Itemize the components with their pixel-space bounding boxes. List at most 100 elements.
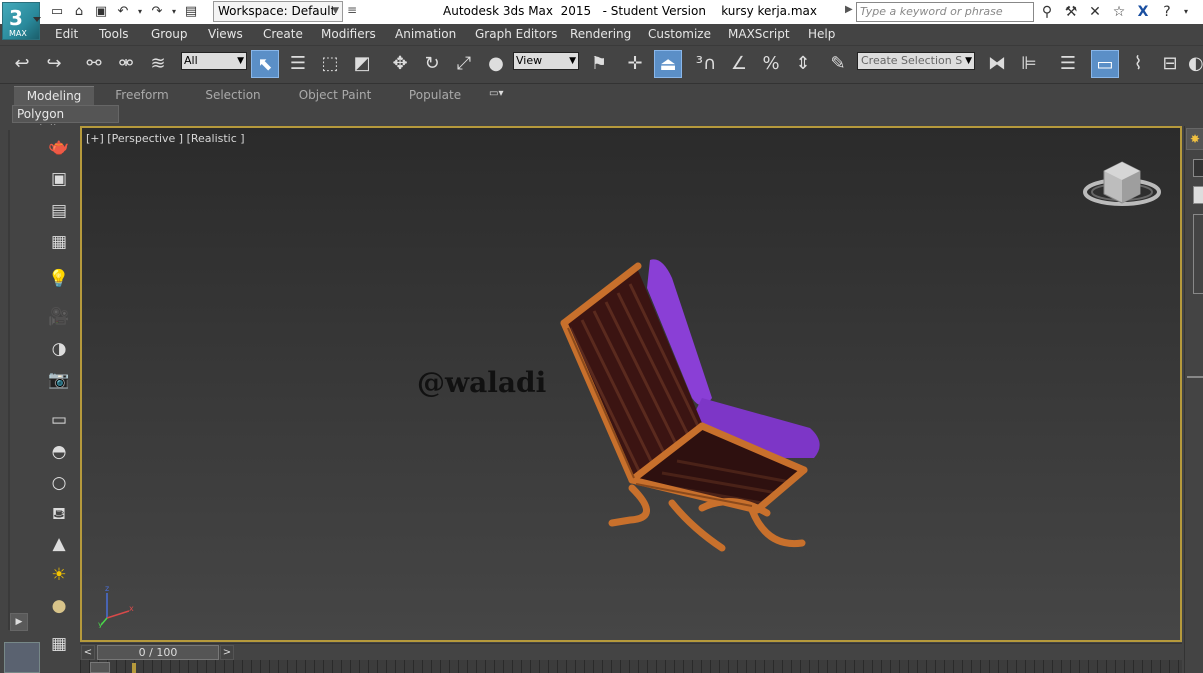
- subscription-icon[interactable]: ⚒: [1062, 3, 1080, 21]
- select-and-manipulate-icon[interactable]: ✛: [621, 50, 649, 78]
- menu-tools[interactable]: Tools: [99, 27, 129, 41]
- light-lister-icon[interactable]: 💡: [47, 267, 71, 291]
- help-icon[interactable]: ?: [1158, 3, 1176, 21]
- tab-populate[interactable]: Populate: [398, 86, 472, 106]
- menu-graph-editors[interactable]: Graph Editors: [475, 27, 557, 41]
- angle-snap-toggle-icon[interactable]: ∠: [725, 50, 753, 78]
- app-menu-button[interactable]: 3 MAX: [2, 2, 41, 40]
- tab-selection[interactable]: Selection: [195, 86, 271, 106]
- customize-qat-icon[interactable]: ≡: [347, 3, 357, 17]
- viewport-label-menu[interactable]: [+] [Perspective ] [Realistic ]: [86, 132, 245, 145]
- cone-icon[interactable]: ▲: [47, 532, 71, 556]
- render-frame-icon[interactable]: ▦: [47, 230, 71, 254]
- select-and-move-icon[interactable]: ✥: [386, 50, 414, 78]
- select-object-icon[interactable]: ⬉: [251, 50, 279, 78]
- tab-object-paint[interactable]: Object Paint: [293, 86, 377, 106]
- redo-icon[interactable]: ↪: [40, 50, 68, 78]
- edit-named-selection-icon[interactable]: ✎: [824, 50, 852, 78]
- menu-customize[interactable]: Customize: [648, 27, 711, 41]
- menu-help[interactable]: Help: [808, 27, 835, 41]
- pivot-point-center-icon[interactable]: ⚑: [585, 50, 613, 78]
- sphere-icon[interactable]: ○: [47, 471, 71, 495]
- favorites-star-icon[interactable]: ☆: [1110, 3, 1128, 21]
- select-and-link-icon[interactable]: ⚯: [80, 50, 108, 78]
- menu-group[interactable]: Group: [151, 27, 188, 41]
- workspace-dropdown[interactable]: Workspace: Default ▼: [213, 1, 343, 22]
- expand-strip-icon[interactable]: ▶: [10, 613, 28, 631]
- previous-frame-icon[interactable]: <: [81, 645, 95, 660]
- chair-model[interactable]: [552, 248, 832, 571]
- select-and-rotate-icon[interactable]: ↻: [418, 50, 446, 78]
- track-bar[interactable]: [80, 660, 1182, 673]
- create-panel-icon[interactable]: ✸: [1186, 128, 1203, 150]
- next-frame-icon[interactable]: >: [220, 645, 234, 660]
- time-slider-thumb[interactable]: 0 / 100: [97, 645, 219, 660]
- teapot-create-icon[interactable]: 🫖: [47, 135, 71, 159]
- menu-edit[interactable]: Edit: [55, 27, 78, 41]
- new-file-icon[interactable]: ▭: [48, 3, 66, 21]
- viewcube[interactable]: [1082, 156, 1162, 219]
- help-dropdown-icon[interactable]: ▾: [1182, 3, 1190, 21]
- mini-curve-editor-icon[interactable]: [90, 662, 110, 673]
- sphere-half-icon[interactable]: ◑: [47, 337, 71, 361]
- menu-views[interactable]: Views: [208, 27, 243, 41]
- open-file-icon[interactable]: ⌂: [70, 3, 88, 21]
- select-and-place-icon[interactable]: ●: [482, 50, 510, 78]
- menu-create[interactable]: Create: [263, 27, 303, 41]
- toggle-ribbon-icon[interactable]: ▭: [1091, 50, 1119, 78]
- camera-icon[interactable]: 🎥: [47, 305, 71, 329]
- spinner-snap-toggle-icon[interactable]: ⇕: [789, 50, 817, 78]
- material-editor-icon[interactable]: ◐: [1188, 50, 1203, 78]
- image-viewer-icon[interactable]: ▣: [47, 167, 71, 191]
- search-input[interactable]: Type a keyword or phrase: [856, 2, 1034, 22]
- unlink-selection-icon[interactable]: ⚮: [112, 50, 140, 78]
- perspective-viewport[interactable]: [+] [Perspective ] [Realistic ] @waladi: [80, 126, 1182, 642]
- exchange-icon[interactable]: X: [1134, 3, 1152, 21]
- schematic-view-icon[interactable]: ⊟: [1156, 50, 1184, 78]
- selection-filter-dropdown[interactable]: All ▼: [181, 52, 247, 70]
- object-type-button[interactable]: [1193, 159, 1203, 177]
- redo-icon[interactable]: ↷: [148, 3, 166, 21]
- search-expand-icon[interactable]: ▶: [845, 4, 853, 15]
- communication-icon[interactable]: ✕: [1086, 3, 1104, 21]
- grid-icon[interactable]: ▦: [47, 632, 71, 656]
- rollout-panel[interactable]: [1193, 214, 1203, 294]
- binoculars-icon[interactable]: ⚲: [1038, 3, 1056, 21]
- menu-modifiers[interactable]: Modifiers: [321, 27, 376, 41]
- ribbon-panel-polygon-modeling[interactable]: Polygon Modeling: [12, 105, 119, 137]
- undo-dropdown-icon[interactable]: ▾: [136, 3, 144, 21]
- menu-animation[interactable]: Animation: [395, 27, 456, 41]
- mirror-icon[interactable]: ⧓: [983, 50, 1011, 78]
- reference-coordinate-dropdown[interactable]: View ▼: [513, 52, 579, 70]
- undo-icon[interactable]: ↩: [8, 50, 36, 78]
- plane-icon[interactable]: ▭: [47, 408, 71, 432]
- object-name-field[interactable]: [1193, 186, 1203, 204]
- percent-snap-toggle-icon[interactable]: %: [757, 50, 785, 78]
- bind-to-space-warp-icon[interactable]: ≋: [144, 50, 172, 78]
- dome-icon[interactable]: ◓: [47, 440, 71, 464]
- teapot-icon[interactable]: ⛾: [47, 502, 71, 526]
- select-and-scale-icon[interactable]: ⤢: [450, 50, 478, 78]
- render-setup-icon[interactable]: ▤: [47, 199, 71, 223]
- select-by-name-icon[interactable]: ☰: [284, 50, 312, 78]
- snaps-toggle-icon[interactable]: ³∩: [692, 50, 720, 78]
- menu-rendering[interactable]: Rendering: [570, 27, 631, 41]
- window-crossing-icon[interactable]: ◩: [348, 50, 376, 78]
- viewport-layout-icon[interactable]: [4, 642, 40, 673]
- render-camera-icon[interactable]: 📷: [47, 368, 71, 392]
- undo-icon[interactable]: ↶: [114, 3, 132, 21]
- tab-modeling[interactable]: Modeling: [14, 86, 94, 106]
- time-slider[interactable]: < 0 / 100 >: [80, 643, 1182, 660]
- project-folder-icon[interactable]: ▤: [182, 3, 200, 21]
- menu-maxscript[interactable]: MAXScript: [728, 27, 790, 41]
- keyboard-shortcut-override-icon[interactable]: ⏏: [654, 50, 682, 78]
- named-selection-sets-dropdown[interactable]: Create Selection Se ▼: [857, 52, 975, 70]
- tab-freeform[interactable]: Freeform: [104, 86, 180, 106]
- sphere-material-icon[interactable]: ●: [47, 594, 71, 618]
- layer-explorer-icon[interactable]: ☰: [1054, 50, 1082, 78]
- curve-editor-icon[interactable]: ⌇: [1124, 50, 1152, 78]
- save-icon[interactable]: ▣: [92, 3, 110, 21]
- rectangular-selection-icon[interactable]: ⬚: [316, 50, 344, 78]
- sun-light-icon[interactable]: ☀: [47, 563, 71, 587]
- ribbon-options-icon[interactable]: ▭▾: [489, 88, 503, 99]
